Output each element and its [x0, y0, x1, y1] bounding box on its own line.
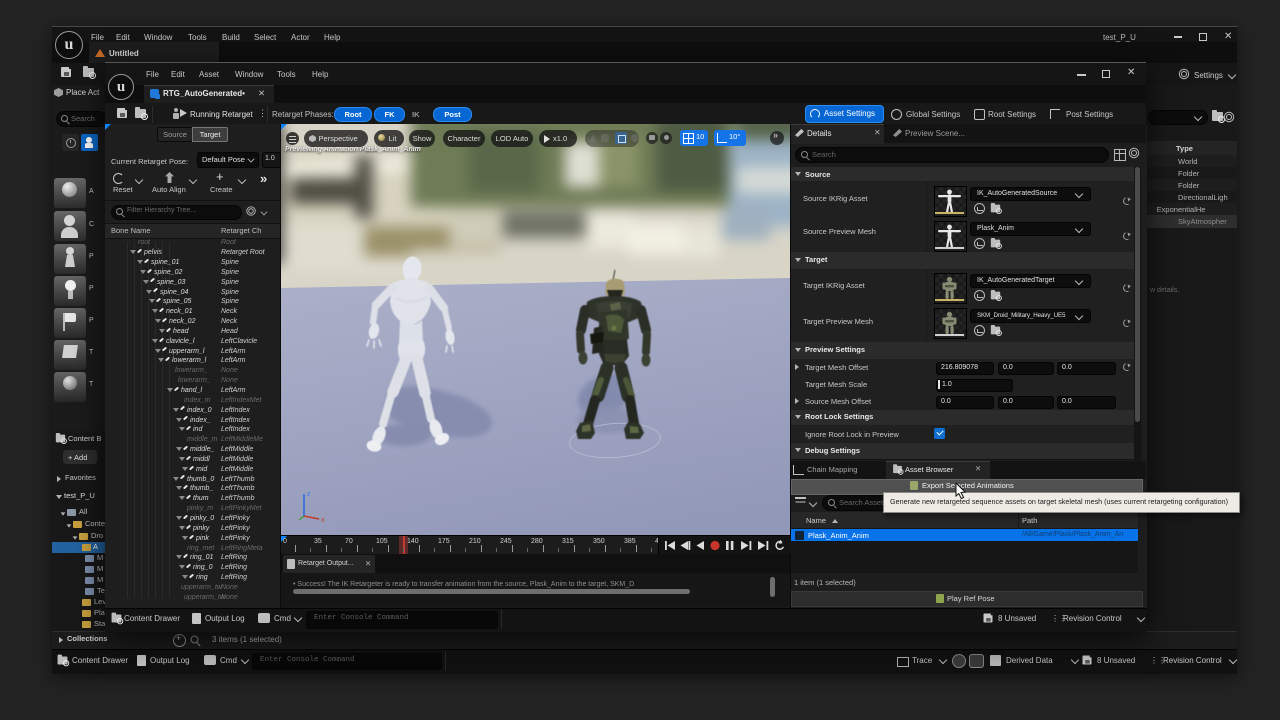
svg-text:z: z: [307, 491, 311, 498]
svg-text:x: x: [321, 517, 325, 522]
